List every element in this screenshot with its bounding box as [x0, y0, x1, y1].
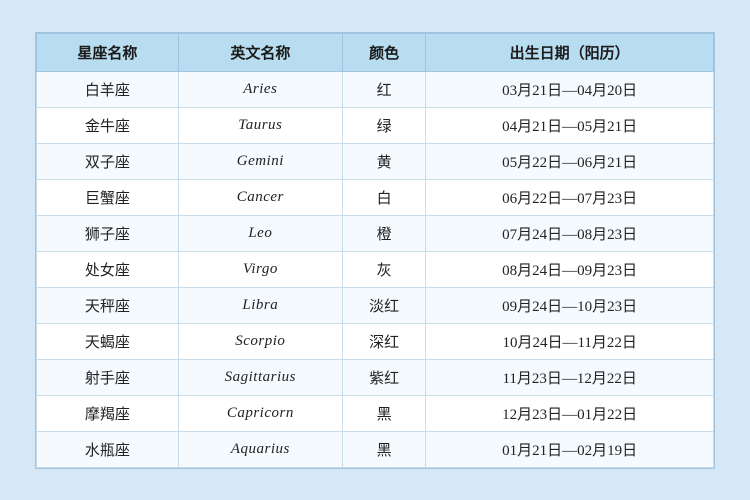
cell-date: 05月22日—06月21日 [426, 143, 714, 179]
table-row: 白羊座Aries红03月21日—04月20日 [37, 71, 714, 107]
cell-zh-name: 天秤座 [37, 287, 179, 323]
cell-color: 黑 [342, 395, 426, 431]
table-header-row: 星座名称 英文名称 颜色 出生日期（阳历） [37, 33, 714, 71]
cell-date: 11月23日—12月22日 [426, 359, 714, 395]
cell-date: 06月22日—07月23日 [426, 179, 714, 215]
cell-zh-name: 巨蟹座 [37, 179, 179, 215]
zodiac-table: 星座名称 英文名称 颜色 出生日期（阳历） 白羊座Aries红03月21日—04… [36, 33, 714, 468]
header-color: 颜色 [342, 33, 426, 71]
cell-date: 07月24日—08月23日 [426, 215, 714, 251]
cell-en-name: Taurus [178, 107, 342, 143]
cell-zh-name: 双子座 [37, 143, 179, 179]
cell-color: 绿 [342, 107, 426, 143]
cell-en-name: Gemini [178, 143, 342, 179]
cell-en-name: Leo [178, 215, 342, 251]
cell-date: 04月21日—05月21日 [426, 107, 714, 143]
table-row: 狮子座Leo橙07月24日—08月23日 [37, 215, 714, 251]
cell-color: 白 [342, 179, 426, 215]
cell-color: 淡红 [342, 287, 426, 323]
table-row: 摩羯座Capricorn黑12月23日—01月22日 [37, 395, 714, 431]
cell-date: 03月21日—04月20日 [426, 71, 714, 107]
cell-zh-name: 白羊座 [37, 71, 179, 107]
cell-date: 01月21日—02月19日 [426, 431, 714, 467]
table-row: 巨蟹座Cancer白06月22日—07月23日 [37, 179, 714, 215]
table-row: 天秤座Libra淡红09月24日—10月23日 [37, 287, 714, 323]
table-row: 金牛座Taurus绿04月21日—05月21日 [37, 107, 714, 143]
table-row: 天蝎座Scorpio深红10月24日—11月22日 [37, 323, 714, 359]
cell-zh-name: 射手座 [37, 359, 179, 395]
table-row: 射手座Sagittarius紫红11月23日—12月22日 [37, 359, 714, 395]
cell-zh-name: 摩羯座 [37, 395, 179, 431]
header-date: 出生日期（阳历） [426, 33, 714, 71]
table-row: 处女座Virgo灰08月24日—09月23日 [37, 251, 714, 287]
cell-en-name: Cancer [178, 179, 342, 215]
cell-date: 12月23日—01月22日 [426, 395, 714, 431]
cell-date: 09月24日—10月23日 [426, 287, 714, 323]
cell-en-name: Sagittarius [178, 359, 342, 395]
cell-color: 深红 [342, 323, 426, 359]
table-row: 双子座Gemini黄05月22日—06月21日 [37, 143, 714, 179]
cell-zh-name: 狮子座 [37, 215, 179, 251]
cell-zh-name: 水瓶座 [37, 431, 179, 467]
cell-date: 08月24日—09月23日 [426, 251, 714, 287]
cell-color: 黄 [342, 143, 426, 179]
cell-en-name: Aries [178, 71, 342, 107]
cell-color: 橙 [342, 215, 426, 251]
cell-color: 黑 [342, 431, 426, 467]
cell-en-name: Capricorn [178, 395, 342, 431]
cell-zh-name: 金牛座 [37, 107, 179, 143]
cell-color: 紫红 [342, 359, 426, 395]
header-zh-name: 星座名称 [37, 33, 179, 71]
cell-en-name: Aquarius [178, 431, 342, 467]
zodiac-table-container: 星座名称 英文名称 颜色 出生日期（阳历） 白羊座Aries红03月21日—04… [35, 32, 715, 469]
cell-zh-name: 处女座 [37, 251, 179, 287]
cell-en-name: Scorpio [178, 323, 342, 359]
cell-zh-name: 天蝎座 [37, 323, 179, 359]
header-en-name: 英文名称 [178, 33, 342, 71]
cell-en-name: Libra [178, 287, 342, 323]
table-row: 水瓶座Aquarius黑01月21日—02月19日 [37, 431, 714, 467]
cell-color: 灰 [342, 251, 426, 287]
cell-date: 10月24日—11月22日 [426, 323, 714, 359]
cell-en-name: Virgo [178, 251, 342, 287]
cell-color: 红 [342, 71, 426, 107]
table-body: 白羊座Aries红03月21日—04月20日金牛座Taurus绿04月21日—0… [37, 71, 714, 467]
